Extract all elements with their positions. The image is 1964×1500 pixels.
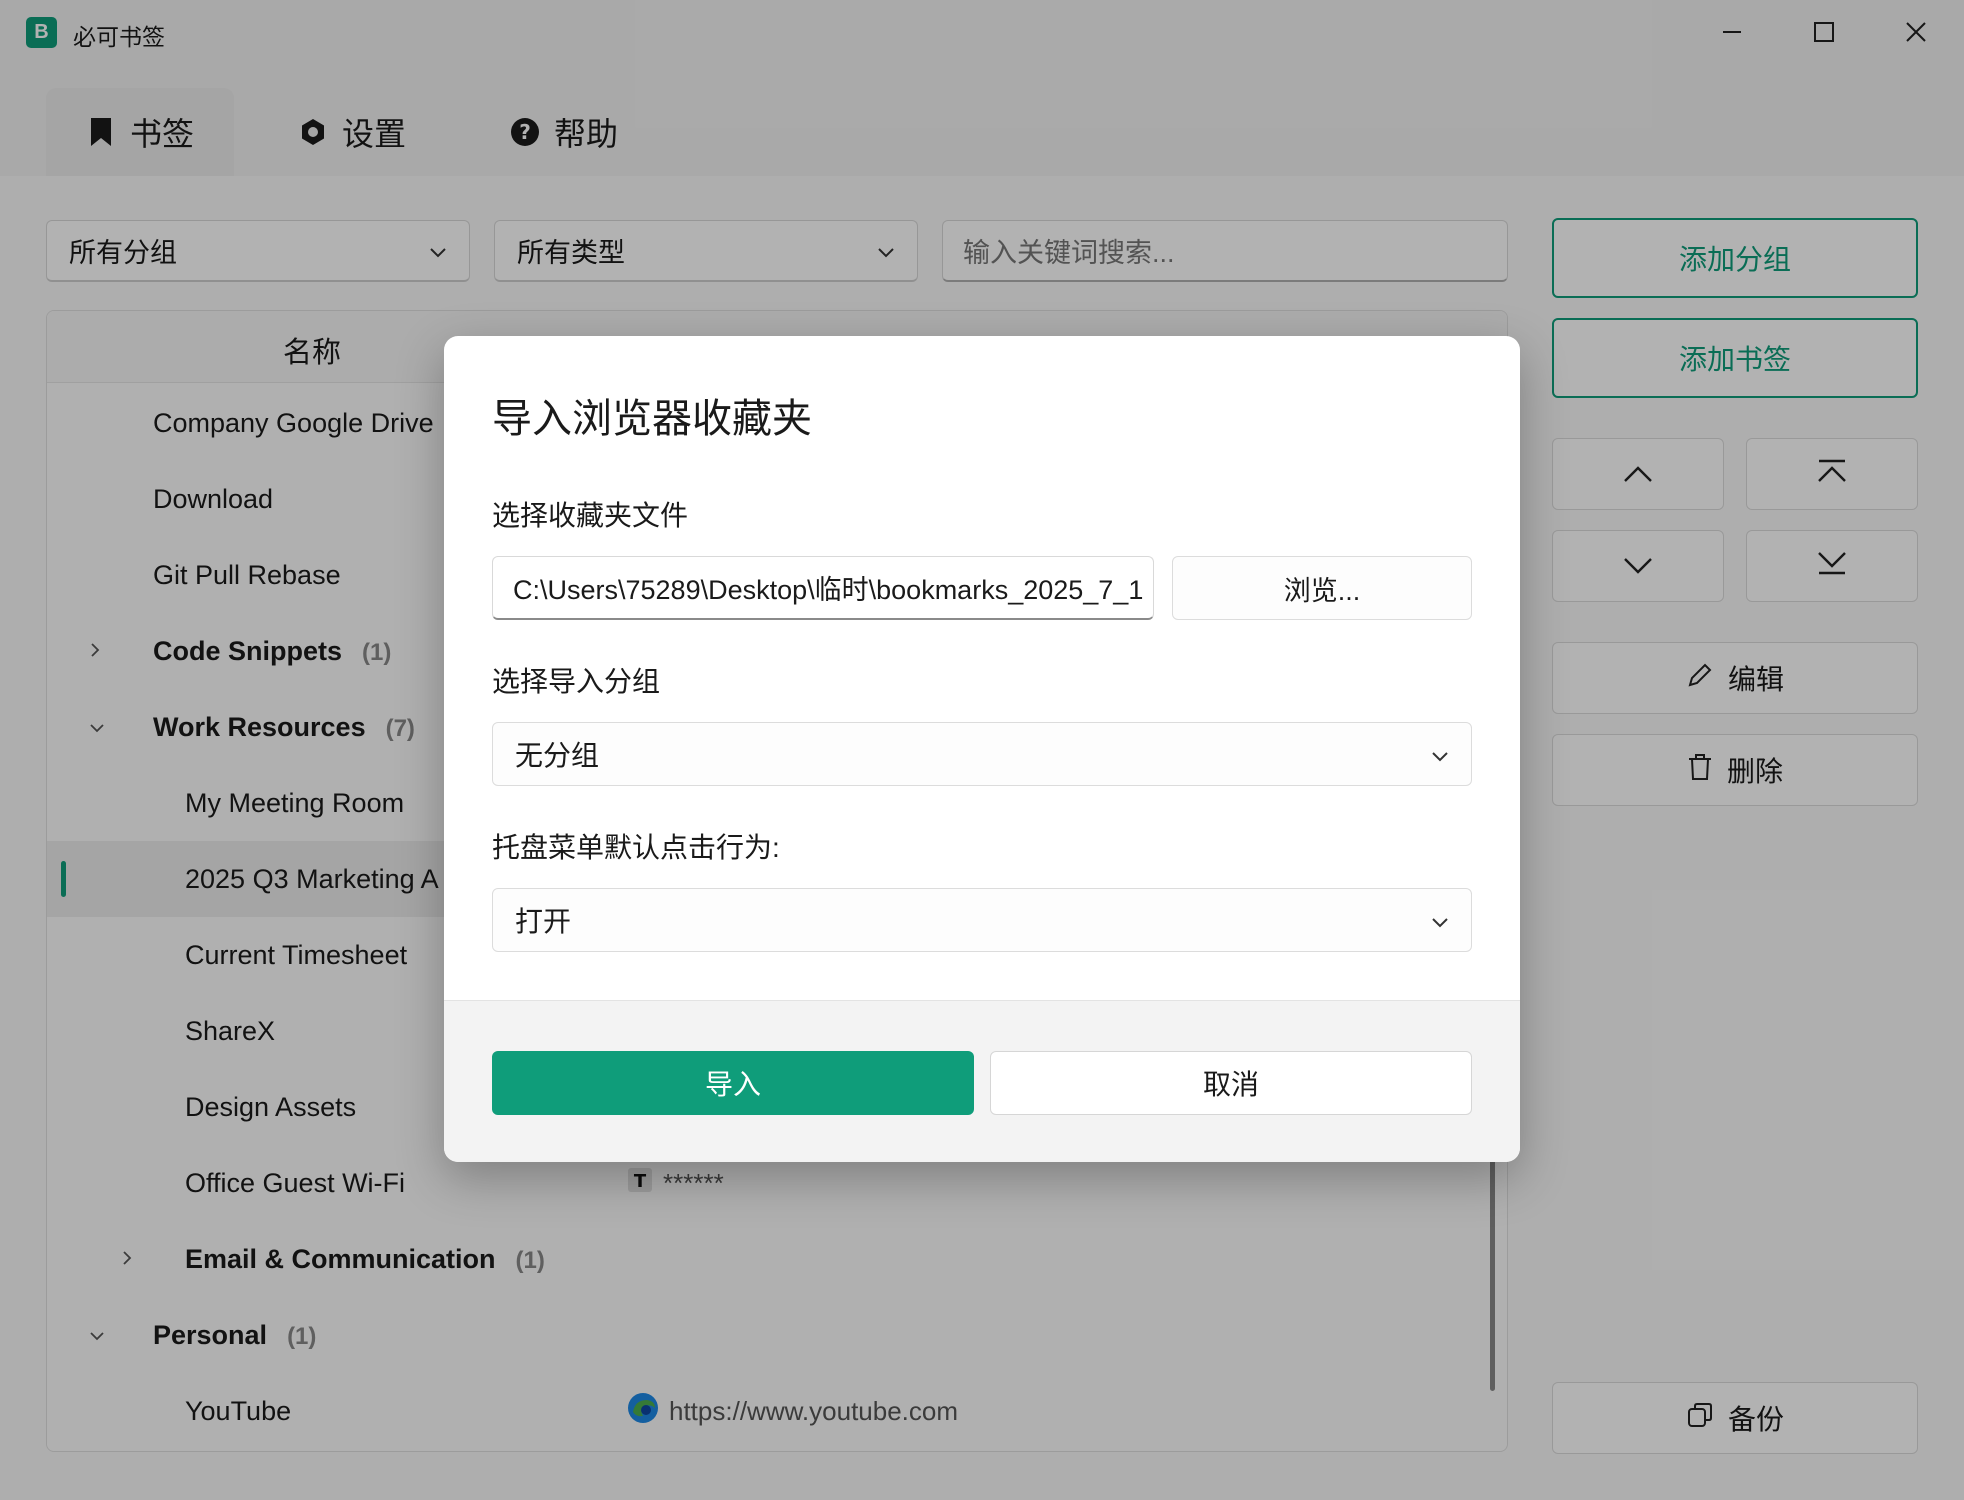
file-path-value: C:\Users\75289\Desktop\临时\bookmarks_2025… xyxy=(513,575,1144,605)
tray-action-select[interactable]: 打开 xyxy=(492,888,1472,952)
file-label: 选择收藏夹文件 xyxy=(492,500,689,531)
import-label: 导入 xyxy=(704,1069,761,1100)
browse-label: 浏览... xyxy=(1283,575,1361,606)
chevron-down-icon xyxy=(1431,738,1449,770)
tray-action-value: 打开 xyxy=(515,906,572,937)
dialog-title: 导入浏览器收藏夹 xyxy=(492,397,812,441)
import-button[interactable]: 导入 xyxy=(492,1051,974,1115)
cancel-label: 取消 xyxy=(1202,1069,1259,1100)
group-label: 选择导入分组 xyxy=(492,666,661,697)
cancel-button[interactable]: 取消 xyxy=(990,1051,1472,1115)
file-path-input[interactable]: C:\Users\75289\Desktop\临时\bookmarks_2025… xyxy=(492,556,1154,620)
import-bookmarks-dialog: 导入浏览器收藏夹 选择收藏夹文件 C:\Users\75289\Desktop\… xyxy=(444,336,1520,1162)
import-group-select[interactable]: 无分组 xyxy=(492,722,1472,786)
import-group-value: 无分组 xyxy=(515,740,600,771)
browse-button[interactable]: 浏览... xyxy=(1172,556,1472,620)
chevron-down-icon xyxy=(1431,904,1449,936)
dialog-footer: 导入 取消 xyxy=(444,1000,1520,1162)
tray-label: 托盘菜单默认点击行为: xyxy=(492,832,780,863)
